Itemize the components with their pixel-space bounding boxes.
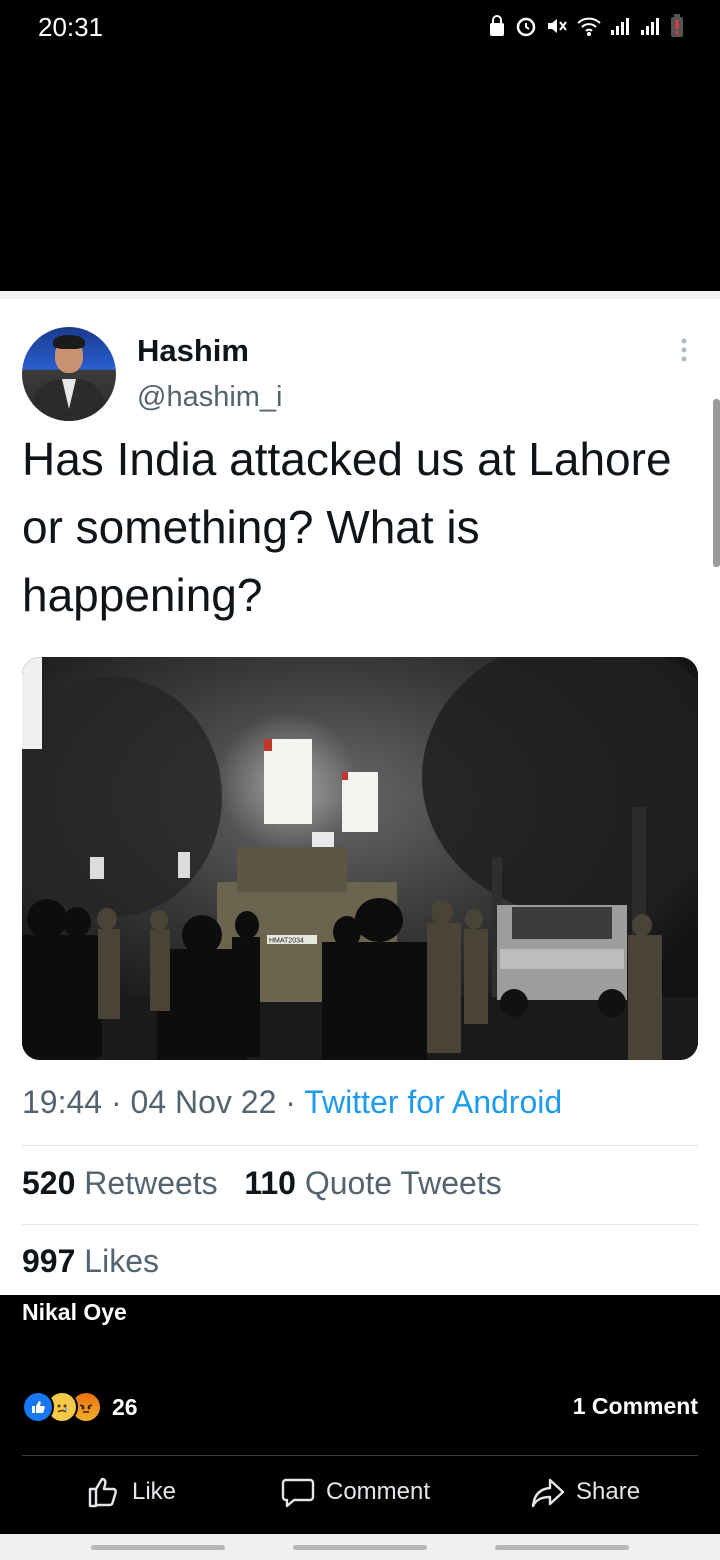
reaction-count: 26 (112, 1393, 138, 1420)
wifi-icon (576, 15, 602, 42)
tweet-photo[interactable]: HMAT2034 (22, 657, 698, 1060)
status-bar: 20:31 (0, 0, 720, 50)
status-icons (488, 14, 684, 43)
like-reaction-icon (22, 1391, 54, 1423)
comment-label: Comment (326, 1478, 431, 1505)
tweet-time: 19:44 (22, 1084, 103, 1120)
like-button[interactable]: Like (86, 1474, 176, 1510)
post-actions: Like Comment Share (0, 1474, 720, 1522)
nav-recents-button[interactable] (91, 1545, 225, 1550)
divider (22, 1224, 698, 1225)
tweet-meta: 19:44 · 04 Nov 22 · Twitter for Android (22, 1084, 562, 1121)
more-options-icon[interactable] (676, 337, 692, 367)
quotes-count: 110 (244, 1165, 296, 1201)
tweet-source-link[interactable]: Twitter for Android (304, 1084, 562, 1120)
nav-home-button[interactable] (293, 1545, 427, 1550)
lock-icon (488, 15, 506, 42)
retweets-label: Retweets (84, 1165, 218, 1201)
signal-icon (640, 16, 662, 41)
mute-icon (546, 15, 568, 42)
quotes-label: Quote Tweets (304, 1165, 502, 1201)
likes-count: 997 (22, 1243, 76, 1279)
display-name[interactable]: Hashim (137, 333, 249, 369)
signal-icon (610, 16, 632, 41)
share-label: Share (576, 1478, 641, 1505)
meta-separator: · (102, 1084, 131, 1120)
thumbs-up-icon (88, 1477, 117, 1508)
likes-stat[interactable]: 997 Likes (22, 1243, 159, 1280)
like-label: Like (132, 1478, 177, 1505)
tweet-stats-row: 520 Retweets 110 Quote Tweets (22, 1165, 502, 1202)
comment-count-link[interactable]: 1 Comment (573, 1393, 698, 1420)
quote-tweets-stat[interactable]: 110 Quote Tweets (244, 1165, 501, 1201)
alarm-icon (514, 15, 538, 42)
user-handle[interactable]: @hashim_i (137, 381, 283, 414)
system-nav-bar (0, 1534, 720, 1560)
divider (22, 1145, 698, 1146)
avatar[interactable] (22, 327, 116, 421)
tweet-date: 04 Nov 22 (130, 1084, 277, 1120)
reactions-summary[interactable]: 26 (22, 1391, 138, 1423)
retweets-count: 520 (22, 1165, 76, 1201)
retweets-stat[interactable]: 520 Retweets (22, 1165, 218, 1201)
avatar-hair (53, 335, 85, 349)
comment-bubble-icon (281, 1478, 315, 1508)
battery-low-icon (670, 14, 684, 43)
tweet-text: Has India attacked us at Lahore or somet… (22, 433, 672, 621)
status-time: 20:31 (38, 12, 104, 42)
nav-back-button[interactable] (495, 1545, 629, 1550)
meta-separator: · (276, 1084, 305, 1120)
scrollbar[interactable] (713, 399, 720, 567)
likes-label: Likes (84, 1243, 159, 1279)
post-caption: Nikal Oye (22, 1299, 127, 1325)
share-button[interactable]: Share (530, 1474, 640, 1510)
comment-button[interactable]: Comment (280, 1474, 430, 1510)
tweet-card: Hashim @hashim_i Has India attacked us a… (0, 291, 720, 1295)
share-arrow-icon (531, 1478, 565, 1508)
divider (22, 1455, 698, 1456)
vehicle-plate: HMAT2034 (269, 938, 304, 945)
